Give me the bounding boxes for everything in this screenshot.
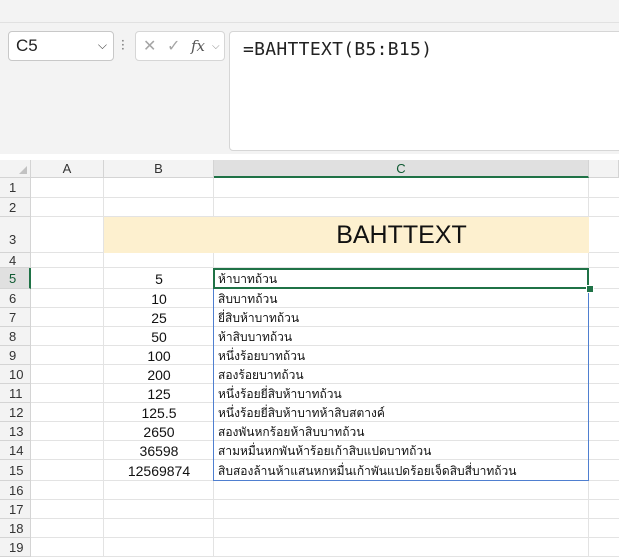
number-cell-b8[interactable]: 50 <box>104 327 214 346</box>
row-header-14[interactable]: 14 <box>0 441 31 460</box>
row-gridline <box>31 197 619 198</box>
formula-buttons: ✕ ✓ fx ⌵ <box>135 31 225 61</box>
spill-range-border <box>213 268 589 481</box>
row-header-18[interactable]: 18 <box>0 519 31 538</box>
formula-input[interactable]: =BAHTTEXT(B5:B15) <box>229 31 619 151</box>
number-cell-b10[interactable]: 200 <box>104 365 214 384</box>
row-header-2[interactable]: 2 <box>0 198 31 217</box>
number-cell-b13[interactable]: 2650 <box>104 422 214 441</box>
name-box-value: C5 <box>16 36 38 55</box>
number-cell-b5[interactable]: 5 <box>104 268 214 289</box>
row-gridline <box>31 499 619 500</box>
more-options-icon[interactable]: · · · <box>121 35 125 55</box>
active-cell-c5[interactable] <box>213 268 589 289</box>
column-header-d[interactable] <box>589 160 619 178</box>
chevron-down-icon[interactable]: ⌵ <box>212 41 220 52</box>
chevron-down-icon[interactable]: ⌵ <box>98 38 107 53</box>
row-header-7[interactable]: 7 <box>0 308 31 327</box>
row-header-11[interactable]: 11 <box>0 384 31 403</box>
row-header-10[interactable]: 10 <box>0 365 31 384</box>
select-all-button[interactable] <box>0 160 31 178</box>
column-header-a[interactable]: A <box>31 160 104 178</box>
column-header-b[interactable]: B <box>104 160 214 178</box>
row-header-9[interactable]: 9 <box>0 346 31 365</box>
enter-icon[interactable]: ✓ <box>167 36 180 55</box>
formula-bar-area: C5 ⌵ · · · ✕ ✓ fx ⌵ =BAHTTEXT(B5:B15) <box>0 23 619 154</box>
number-cell-b9[interactable]: 100 <box>104 346 214 365</box>
row-header-5[interactable]: 5 <box>0 268 31 289</box>
fill-handle[interactable] <box>586 285 594 293</box>
row-header-3[interactable]: 3 <box>0 217 31 253</box>
number-cell-b6[interactable]: 10 <box>104 289 214 308</box>
worksheet-grid[interactable]: A B C 1 2 3 4 5 6 7 8 9 10 11 12 13 14 15 16 17 18 19 BAHT… <box>0 160 619 557</box>
insert-function-icon[interactable]: fx <box>191 37 205 55</box>
row-gridline <box>31 537 619 538</box>
number-cell-b14[interactable]: 36598 <box>104 441 214 460</box>
name-box[interactable]: C5 ⌵ <box>8 31 114 61</box>
formula-text: =BAHTTEXT(B5:B15) <box>243 39 433 60</box>
number-cell-b12[interactable]: 125.5 <box>104 403 214 422</box>
row-header-8[interactable]: 8 <box>0 327 31 346</box>
row-header-12[interactable]: 12 <box>0 403 31 422</box>
row-header-4[interactable]: 4 <box>0 253 31 268</box>
sheet-title: BAHTTEXT <box>336 221 467 249</box>
row-header-16[interactable]: 16 <box>0 481 31 500</box>
row-header-17[interactable]: 17 <box>0 500 31 519</box>
number-cell-b11[interactable]: 125 <box>104 384 214 403</box>
number-cell-b7[interactable]: 25 <box>104 308 214 327</box>
number-cell-b15[interactable]: 12569874 <box>104 460 214 481</box>
cancel-icon[interactable]: ✕ <box>143 36 156 55</box>
column-header-c[interactable]: C <box>214 160 589 178</box>
row-header-19[interactable]: 19 <box>0 538 31 557</box>
ribbon-bottom-strip <box>0 0 619 23</box>
row-header-13[interactable]: 13 <box>0 422 31 441</box>
row-header-15[interactable]: 15 <box>0 460 31 481</box>
row-header-1[interactable]: 1 <box>0 178 31 198</box>
row-gridline <box>31 518 619 519</box>
row-header-6[interactable]: 6 <box>0 289 31 308</box>
